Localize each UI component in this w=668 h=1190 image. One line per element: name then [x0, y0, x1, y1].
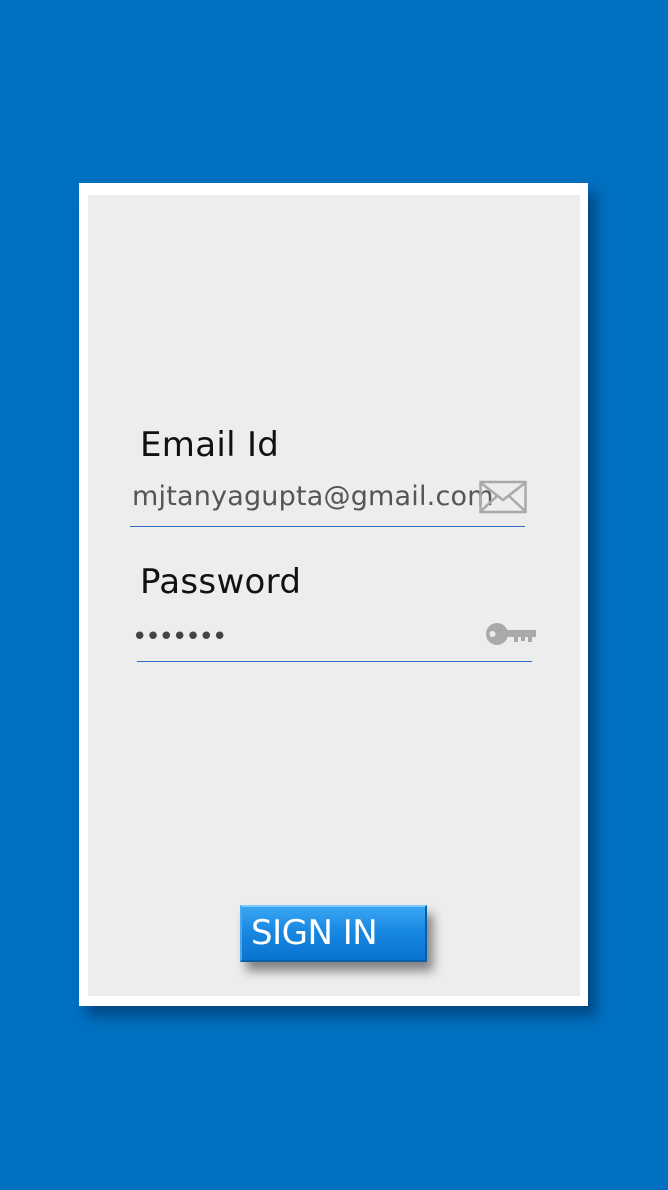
email-label: Email Id — [140, 425, 280, 465]
email-underline — [130, 526, 525, 527]
password-underline — [137, 661, 532, 662]
key-icon — [486, 623, 536, 645]
password-field[interactable]: ••••••• — [132, 622, 227, 652]
sign-in-button[interactable]: SIGN IN — [240, 905, 427, 962]
password-label: Password — [140, 562, 302, 602]
email-field[interactable]: mjtanyagupta@gmail.com — [132, 481, 494, 512]
mail-icon — [479, 480, 527, 514]
